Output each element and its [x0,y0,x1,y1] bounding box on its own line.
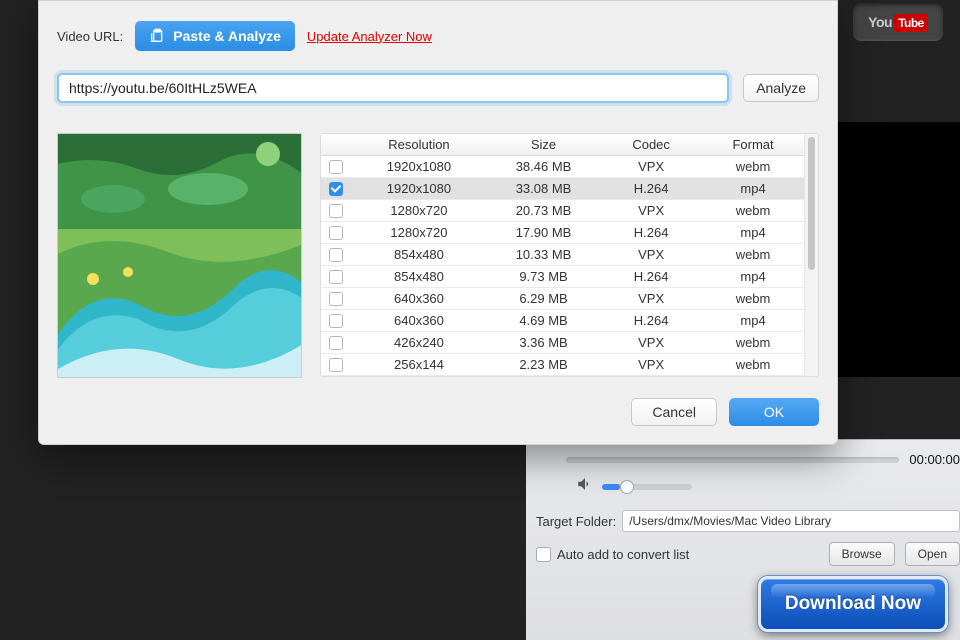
cell-format: webm [702,335,804,350]
cell-format: mp4 [702,225,804,240]
col-codec[interactable]: Codec [600,137,702,152]
cell-format: webm [702,203,804,218]
cell-codec: H.264 [600,181,702,196]
cell-size: 20.73 MB [487,203,600,218]
open-button[interactable]: Open [905,542,960,566]
browse-button[interactable]: Browse [829,542,895,566]
video-url-label: Video URL: [57,29,123,44]
playback-track[interactable] [566,457,899,463]
table-row[interactable]: 426x2403.36 MBVPXwebm [321,332,804,354]
youtube-tube: Tube [894,14,928,32]
cell-codec: VPX [600,291,702,306]
cell-format: webm [702,291,804,306]
clipboard-icon [149,28,165,44]
cell-resolution: 854x480 [351,247,487,262]
download-now-button[interactable]: Download Now [758,576,948,632]
cell-size: 3.36 MB [487,335,600,350]
formats-table: Resolution Size Codec Format 1920x108038… [320,133,819,377]
analyze-button[interactable]: Analyze [743,74,819,102]
table-scrollbar[interactable] [804,134,818,376]
cell-size: 6.29 MB [487,291,600,306]
table-row[interactable]: 854x4809.73 MBH.264mp4 [321,266,804,288]
cell-resolution: 640x360 [351,291,487,306]
table-row[interactable]: 1920x108038.46 MBVPXwebm [321,156,804,178]
table-row[interactable]: 1920x108033.08 MBH.264mp4 [321,178,804,200]
cell-format: webm [702,159,804,174]
table-header: Resolution Size Codec Format [321,134,804,156]
volume-slider[interactable] [602,484,692,490]
row-checkbox[interactable] [329,270,343,284]
row-checkbox[interactable] [329,292,343,306]
col-size[interactable]: Size [487,137,600,152]
cell-codec: H.264 [600,313,702,328]
cancel-button[interactable]: Cancel [631,398,717,426]
cell-resolution: 640x360 [351,313,487,328]
row-checkbox[interactable] [329,182,343,196]
cell-format: mp4 [702,269,804,284]
bottom-panel: 00:00:00 Target Folder: /Users/dmx/Movie… [526,439,960,640]
target-folder-label: Target Folder: [536,514,616,529]
row-checkbox[interactable] [329,248,343,262]
analyzer-dialog: Video URL: Paste & Analyze Update Analyz… [38,0,838,445]
table-row[interactable]: 1280x72017.90 MBH.264mp4 [321,222,804,244]
cell-format: webm [702,357,804,372]
youtube-you: You [868,14,892,30]
update-analyzer-link[interactable]: Update Analyzer Now [307,29,432,44]
auto-add-checkbox[interactable] [536,547,551,562]
cell-size: 9.73 MB [487,269,600,284]
cell-resolution: 854x480 [351,269,487,284]
table-row[interactable]: 640x3606.29 MBVPXwebm [321,288,804,310]
cell-resolution: 426x240 [351,335,487,350]
cell-resolution: 1280x720 [351,225,487,240]
table-row[interactable]: 1280x72020.73 MBVPXwebm [321,200,804,222]
cell-size: 33.08 MB [487,181,600,196]
cell-format: webm [702,247,804,262]
auto-add-label: Auto add to convert list [557,547,819,562]
row-checkbox[interactable] [329,204,343,218]
preview-area [838,122,960,377]
paste-analyze-label: Paste & Analyze [173,28,281,44]
col-format[interactable]: Format [702,137,804,152]
table-row[interactable]: 854x48010.33 MBVPXwebm [321,244,804,266]
table-row[interactable]: 640x3604.69 MBH.264mp4 [321,310,804,332]
cell-resolution: 1920x1080 [351,159,487,174]
cell-resolution: 256x144 [351,357,487,372]
target-folder-field[interactable]: /Users/dmx/Movies/Mac Video Library [622,510,960,532]
ok-button[interactable]: OK [729,398,819,426]
target-folder-value: /Users/dmx/Movies/Mac Video Library [629,514,831,528]
cell-codec: VPX [600,335,702,350]
cell-codec: VPX [600,247,702,262]
row-checkbox[interactable] [329,160,343,174]
paste-analyze-button[interactable]: Paste & Analyze [135,21,295,51]
youtube-logo: YouTube [853,3,943,41]
row-checkbox[interactable] [329,336,343,350]
cell-size: 17.90 MB [487,225,600,240]
cell-codec: VPX [600,159,702,174]
cell-format: mp4 [702,313,804,328]
cell-size: 2.23 MB [487,357,600,372]
cell-size: 38.46 MB [487,159,600,174]
cell-codec: H.264 [600,269,702,284]
table-row[interactable]: 256x1442.23 MBVPXwebm [321,354,804,376]
playback-time: 00:00:00 [909,452,960,467]
row-checkbox[interactable] [329,226,343,240]
col-resolution[interactable]: Resolution [351,137,487,152]
speaker-icon[interactable] [576,475,594,498]
cell-resolution: 1920x1080 [351,181,487,196]
row-checkbox[interactable] [329,358,343,372]
cell-format: mp4 [702,181,804,196]
cell-codec: VPX [600,203,702,218]
cell-size: 10.33 MB [487,247,600,262]
row-checkbox[interactable] [329,314,343,328]
cell-resolution: 1280x720 [351,203,487,218]
video-thumbnail [57,133,302,378]
video-url-input[interactable] [57,73,729,103]
cell-size: 4.69 MB [487,313,600,328]
cell-codec: VPX [600,357,702,372]
cell-codec: H.264 [600,225,702,240]
